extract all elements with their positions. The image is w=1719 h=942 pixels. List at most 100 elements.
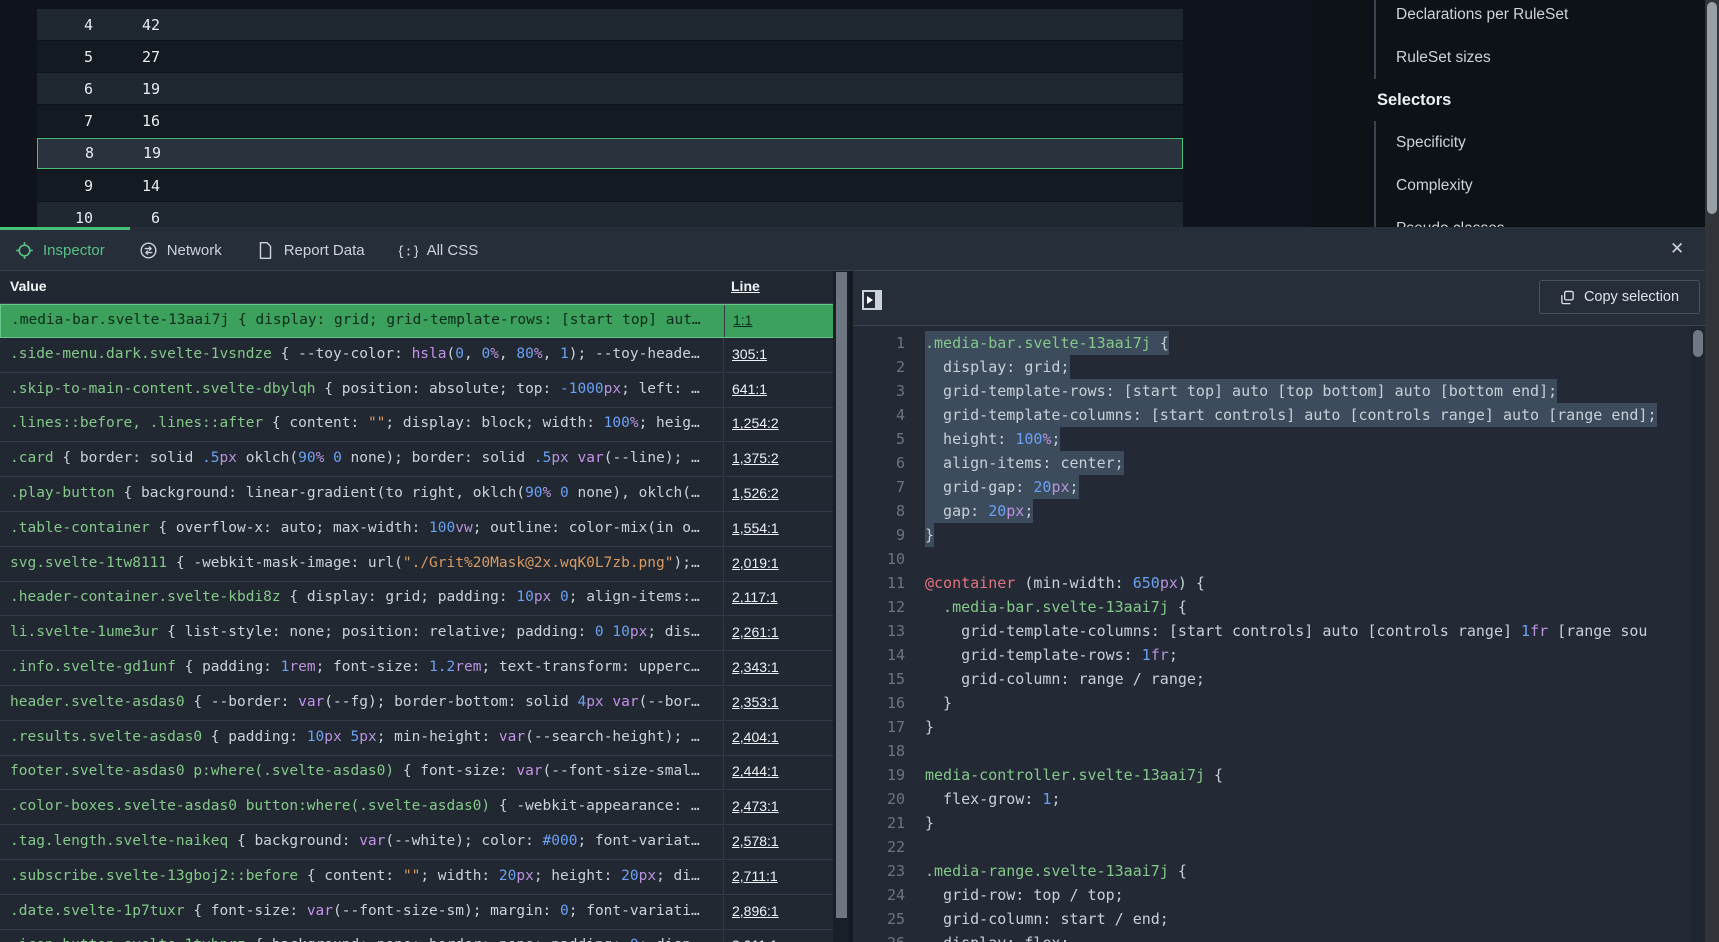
line-number: 25 bbox=[853, 907, 905, 931]
chart-row[interactable]: 716 bbox=[37, 106, 1183, 137]
line-link[interactable]: 1,375:2 bbox=[732, 450, 779, 466]
line-number: 16 bbox=[853, 691, 905, 715]
table-row[interactable]: svg.svelte-1tw8111 { -webkit-mask-image:… bbox=[0, 548, 849, 582]
sidebar-item-specificity[interactable]: Specificity bbox=[1376, 121, 1676, 164]
table-scrollbar-thumb[interactable] bbox=[836, 272, 847, 918]
table-row[interactable]: .side-menu.dark.svelte-1vsndze { --toy-c… bbox=[0, 339, 849, 373]
chart-row[interactable]: 619 bbox=[37, 73, 1183, 104]
inspector-table-pane: Value Line .media-bar.svelte-13aai7j { d… bbox=[0, 271, 849, 942]
line-link[interactable]: 2,896:1 bbox=[732, 903, 779, 919]
rule-value: .tag.length.svelte-naikeq { background: … bbox=[10, 833, 714, 849]
line-link[interactable]: 305:1 bbox=[732, 346, 767, 362]
tab-label: Network bbox=[167, 242, 222, 259]
line-number: 13 bbox=[853, 619, 905, 643]
code-text: display: flex; bbox=[925, 931, 1070, 942]
table-row[interactable]: .table-container { overflow-x: auto; max… bbox=[0, 513, 849, 547]
line-link[interactable]: 2,353:1 bbox=[732, 694, 779, 710]
table-row[interactable]: .play-button { background: linear-gradie… bbox=[0, 478, 849, 512]
line-cell: 2,261:1 bbox=[723, 617, 849, 650]
rule-value: .color-boxes.svelte-asdas0 button:where(… bbox=[10, 798, 714, 814]
table-scrollbar[interactable] bbox=[833, 271, 849, 942]
line-number: 22 bbox=[853, 835, 905, 859]
line-cell: 1,554:1 bbox=[723, 513, 849, 546]
inspector-panel: InspectorNetworkReport Data{:}All CSS ✕ … bbox=[0, 227, 1719, 942]
table-row[interactable]: .icon-button.svelte-1tvhnrz { background… bbox=[0, 930, 849, 942]
code-line: 7 grid-gap: 20px; bbox=[853, 475, 1705, 499]
sidebar-item-ruleset-sizes[interactable]: RuleSet sizes bbox=[1376, 36, 1676, 79]
tab-label: Report Data bbox=[284, 242, 365, 259]
line-link[interactable]: 2,261:1 bbox=[732, 624, 779, 640]
tab-all-css[interactable]: {:}All CSS bbox=[399, 241, 479, 260]
code-text: grid-template-columns: [start controls] … bbox=[925, 403, 1657, 427]
sidebar-heading: Selectors bbox=[1377, 79, 1677, 122]
code-text: height: 100%; bbox=[925, 427, 1060, 451]
line-cell: 2,711:1 bbox=[723, 861, 849, 894]
line-link[interactable]: 2,343:1 bbox=[732, 659, 779, 675]
code-scrollbar-thumb[interactable] bbox=[1693, 330, 1703, 357]
table-row[interactable]: .card { border: solid .5px oklch(90% 0 n… bbox=[0, 443, 849, 477]
code-line: 9} bbox=[853, 523, 1705, 547]
close-icon[interactable]: ✕ bbox=[1670, 240, 1684, 257]
line-link[interactable]: 2,711:1 bbox=[732, 868, 778, 884]
chart-row-count: 19 bbox=[94, 144, 161, 162]
table-row[interactable]: .tag.length.svelte-naikeq { background: … bbox=[0, 826, 849, 860]
copy-selection-button[interactable]: Copy selection bbox=[1539, 280, 1700, 314]
chart-row-value: 10 bbox=[37, 209, 93, 227]
line-link[interactable]: 2,019:1 bbox=[732, 555, 779, 571]
table-row[interactable]: footer.svelte-asdas0 p:where(.svelte-asd… bbox=[0, 756, 849, 790]
analysis-sidebar: Declarations per RuleSetRuleSet sizesSel… bbox=[1311, 0, 1705, 228]
line-link[interactable]: 3,011:1 bbox=[732, 937, 778, 942]
page-scrollbar[interactable] bbox=[1705, 0, 1719, 942]
line-column-header[interactable]: Line bbox=[731, 278, 760, 294]
table-row[interactable]: .date.svelte-1p7tuxr { font-size: var(--… bbox=[0, 896, 849, 930]
table-row[interactable]: .subscribe.svelte-13gboj2::before { cont… bbox=[0, 861, 849, 895]
line-cell: 2,019:1 bbox=[723, 548, 849, 581]
tab-report-data[interactable]: Report Data bbox=[256, 241, 365, 260]
code-text: grid-column: range / range; bbox=[925, 667, 1205, 691]
sidebar-item-declarations-per-ruleset[interactable]: Declarations per RuleSet bbox=[1376, 0, 1676, 36]
table-row[interactable]: .skip-to-main-content.svelte-dbylqh { po… bbox=[0, 374, 849, 408]
line-link[interactable]: 1:1 bbox=[733, 312, 752, 328]
chart-row[interactable]: 527 bbox=[37, 41, 1183, 72]
code-line: 5 height: 100%; bbox=[853, 427, 1705, 451]
rule-value: .skip-to-main-content.svelte-dbylqh { po… bbox=[10, 381, 714, 397]
line-link[interactable]: 641:1 bbox=[732, 381, 767, 397]
table-row[interactable]: .header-container.svelte-kbdi8z { displa… bbox=[0, 582, 849, 616]
code-text: .media-bar.svelte-13aai7j { bbox=[925, 595, 1187, 619]
page-scrollbar-thumb[interactable] bbox=[1707, 2, 1717, 214]
line-number: 1 bbox=[853, 331, 905, 355]
table-row[interactable]: .results.svelte-asdas0 { padding: 10px 5… bbox=[0, 722, 849, 756]
chart-row[interactable]: 819 bbox=[37, 138, 1183, 169]
chart-row[interactable]: 442 bbox=[37, 9, 1183, 40]
rule-value: .media-bar.svelte-13aai7j { display: gri… bbox=[11, 312, 715, 328]
tab-network[interactable]: Network bbox=[139, 241, 222, 260]
line-link[interactable]: 2,444:1 bbox=[732, 763, 779, 779]
line-link[interactable]: 1,526:2 bbox=[732, 485, 779, 501]
line-link[interactable]: 2,404:1 bbox=[732, 729, 779, 745]
table-row[interactable]: li.svelte-1ume3ur { list-style: none; po… bbox=[0, 617, 849, 651]
code-line: 24 grid-row: top / top; bbox=[853, 883, 1705, 907]
code-line: 18 bbox=[853, 739, 1705, 763]
code-line: 25 grid-column: start / end; bbox=[853, 907, 1705, 931]
chart-row-value: 5 bbox=[37, 48, 93, 66]
line-link[interactable]: 1,254:2 bbox=[732, 415, 779, 431]
table-row[interactable]: .info.svelte-gd1unf { padding: 1rem; fon… bbox=[0, 652, 849, 686]
line-link[interactable]: 2,117:1 bbox=[732, 589, 778, 605]
chart-row[interactable]: 914 bbox=[37, 170, 1183, 201]
sidebar-item-complexity[interactable]: Complexity bbox=[1376, 164, 1676, 207]
panel-toggle-icon[interactable] bbox=[862, 290, 882, 310]
sidebar-item-pseudo-classes[interactable]: Pseudo classes bbox=[1376, 207, 1676, 228]
line-link[interactable]: 2,473:1 bbox=[732, 798, 779, 814]
table-row[interactable]: .media-bar.svelte-13aai7j { display: gri… bbox=[0, 304, 849, 338]
rule-value: .results.svelte-asdas0 { padding: 10px 5… bbox=[10, 729, 714, 745]
code-text: grid-row: top / top; bbox=[925, 883, 1124, 907]
table-row[interactable]: .lines::before, .lines::after { content:… bbox=[0, 408, 849, 442]
table-row[interactable]: header.svelte-asdas0 { --border: var(--f… bbox=[0, 687, 849, 721]
table-row[interactable]: .color-boxes.svelte-asdas0 button:where(… bbox=[0, 791, 849, 825]
crosshair-icon bbox=[15, 241, 34, 260]
tab-inspector[interactable]: Inspector bbox=[15, 241, 105, 260]
line-link[interactable]: 1,554:1 bbox=[732, 520, 779, 536]
line-link[interactable]: 2,578:1 bbox=[732, 833, 779, 849]
line-cell: 2,896:1 bbox=[723, 896, 849, 929]
code-scrollbar[interactable] bbox=[1691, 326, 1705, 942]
